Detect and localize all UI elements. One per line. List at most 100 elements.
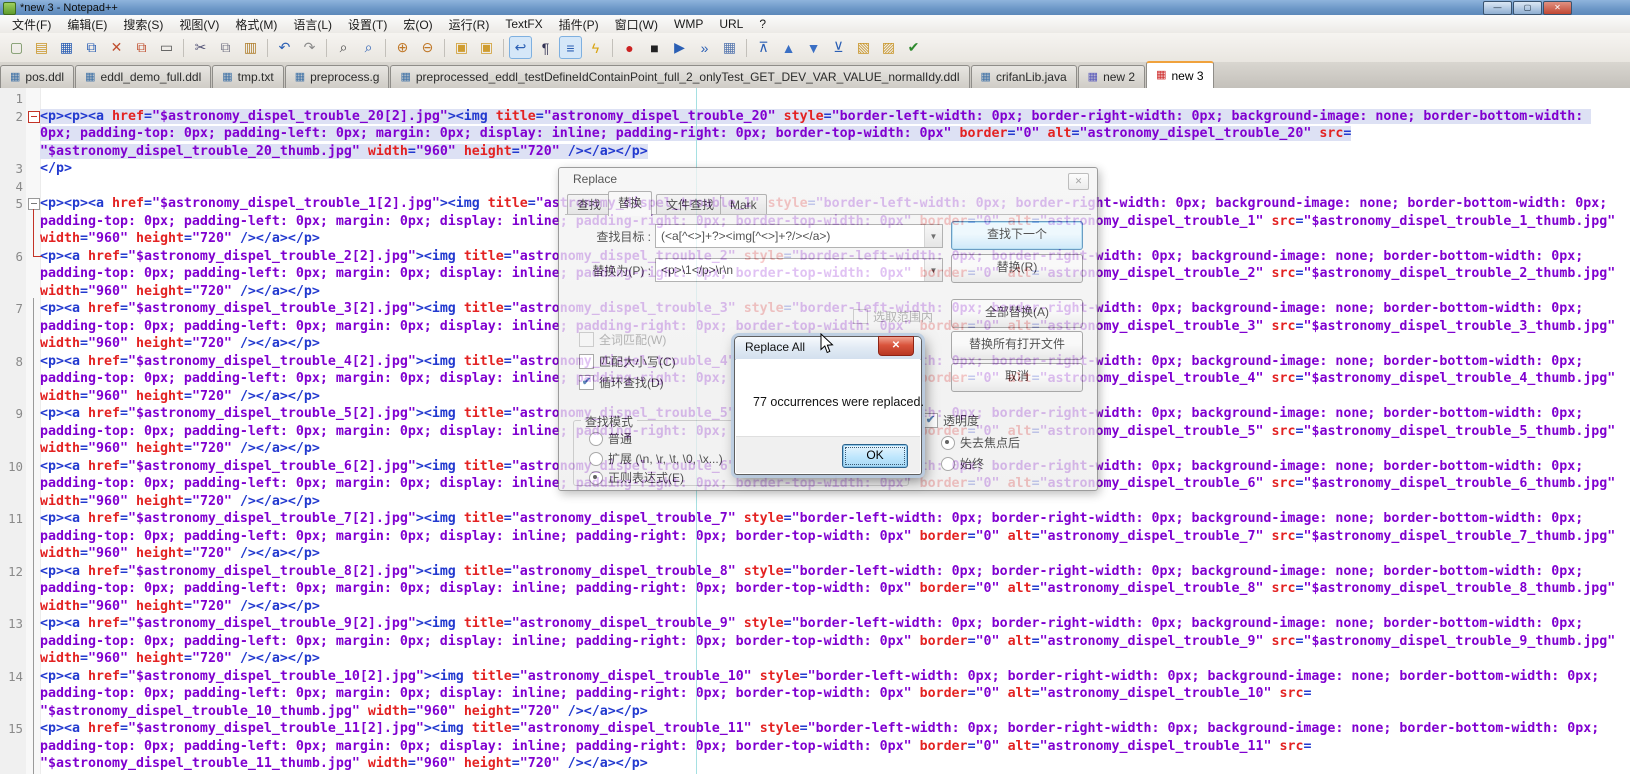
mode-normal-radio[interactable]: 普通 — [589, 430, 632, 447]
chevron-down-icon[interactable]: ▼ — [924, 225, 942, 247]
in-selection-checkbox[interactable]: 选取范围内 — [853, 308, 933, 325]
checkbox-icon[interactable] — [579, 332, 594, 347]
menu-item-help[interactable]: ? — [751, 16, 774, 32]
jump-up-icon[interactable]: ▲ — [777, 36, 800, 59]
edit-shortcuts-icon[interactable]: ▨ — [877, 36, 900, 59]
replace-with-value[interactable]: <p>\1</p>\r\n — [656, 263, 924, 277]
radio-selected-icon[interactable] — [589, 470, 603, 485]
spell-check-icon[interactable]: ✔ — [902, 36, 925, 59]
open-folder-icon[interactable]: ▤ — [30, 36, 53, 59]
print-icon[interactable]: ▭ — [155, 36, 178, 59]
radio-icon[interactable] — [589, 451, 603, 466]
menu-item-settings[interactable]: 设置(T) — [340, 15, 395, 34]
tab-replace[interactable]: 替换 — [608, 191, 653, 216]
find-what-value[interactable]: (<a[^<>]+?><img[^<>]+?/></a>) — [656, 229, 924, 243]
replace-with-combo[interactable]: <p>\1</p>\r\n ▼ — [655, 258, 943, 282]
radio-selected-icon[interactable] — [941, 435, 955, 450]
code-text[interactable]: <p><p><a href="$astronomy_dispel_trouble… — [40, 108, 1620, 161]
tab-crifanlib-java[interactable]: ▦ crifanLib.java — [970, 65, 1077, 88]
macro-run-multiple-icon[interactable]: » — [693, 36, 716, 59]
redo-icon[interactable]: ↷ — [298, 36, 321, 59]
menu-item-file[interactable]: 文件(F) — [4, 15, 59, 34]
load-session-icon[interactable]: ▧ — [852, 36, 875, 59]
replace-all-button[interactable]: 全部替换(A) — [951, 299, 1083, 328]
ok-button[interactable]: OK — [842, 444, 908, 468]
fold-collapse-icon[interactable] — [28, 198, 40, 210]
jump-down-icon[interactable]: ▼ — [802, 36, 825, 59]
replace-dialog-close-icon[interactable]: ✕ — [1068, 173, 1089, 190]
radio-icon[interactable] — [941, 456, 955, 471]
macro-play-icon[interactable]: ▶ — [668, 36, 691, 59]
code-line[interactable]: 14 <p><a href="$astronomy_dispel_trouble_… — [0, 668, 1630, 721]
code-text[interactable]: <p><a href="$astronomy_dispel_trouble_7[… — [40, 510, 1620, 563]
zoom-in-icon[interactable]: ⊕ — [391, 36, 414, 59]
paste-icon[interactable]: ▥ — [239, 36, 262, 59]
sync-vertical-icon[interactable]: ▣ — [450, 36, 473, 59]
code-text[interactable] — [40, 90, 1620, 108]
mode-extended-radio[interactable]: 扩展 (\n, \r, \t, \0, \x...) — [589, 450, 723, 467]
tab-pos-ddl[interactable]: ▦ pos.ddl — [0, 65, 75, 88]
undo-icon[interactable]: ↶ — [273, 36, 296, 59]
code-text[interactable]: <p><a href="$astronomy_dispel_trouble_10… — [40, 668, 1620, 721]
code-text[interactable]: <p><a href="$astronomy_dispel_trouble_8[… — [40, 563, 1620, 616]
menu-item-window[interactable]: 窗口(W) — [607, 15, 666, 34]
transparency-checkbox[interactable]: ✔ 透明度 — [923, 412, 979, 429]
match-case-checkbox[interactable]: 匹配大小写(C) — [579, 353, 676, 370]
code-text[interactable]: <p><a href="$astronomy_dispel_trouble_9[… — [40, 615, 1620, 668]
whole-word-checkbox[interactable]: 全词匹配(W) — [579, 331, 666, 348]
close-all-icon[interactable]: ⧉ — [130, 36, 153, 59]
find-next-button[interactable]: 查找下一个 — [951, 221, 1083, 250]
replace-all-open-docs-button[interactable]: 替换所有打开文件 — [951, 331, 1083, 360]
wrap-around-checkbox[interactable]: ✔ 循环查找(D) — [579, 374, 664, 391]
code-line[interactable]: 11 <p><a href="$astronomy_dispel_trouble_… — [0, 510, 1630, 563]
code-text[interactable]: <p><a href="$astronomy_dispel_trouble_11… — [40, 720, 1620, 773]
tab-preprocessed-eddl-testdefineidcontainpoint-full-2-onlytest-get-dev-var-value-normalidy-ddl[interactable]: ▦ preprocessed_eddl_testDefineIdContainPo… — [390, 65, 970, 88]
menu-item-textfx[interactable]: TextFX — [497, 16, 550, 32]
tab-preprocess-g[interactable]: ▦ preprocess.g — [284, 65, 390, 88]
title-bar[interactable]: *new 3 - Notepad++ — ▢ ✕ — [0, 0, 1630, 15]
find-what-combo[interactable]: (<a[^<>]+?><img[^<>]+?/></a>) ▼ — [655, 224, 943, 248]
menu-item-run[interactable]: 运行(R) — [441, 15, 498, 34]
checkbox-icon[interactable] — [579, 354, 594, 369]
jump-last-icon[interactable]: ⊻ — [827, 36, 850, 59]
word-wrap-icon[interactable]: ↩ — [509, 36, 532, 59]
menu-item-edit[interactable]: 编辑(E) — [59, 15, 115, 34]
function-completion-icon[interactable]: ϟ — [584, 36, 607, 59]
cut-icon[interactable]: ✂ — [189, 36, 212, 59]
replace-button[interactable]: 替换(R) — [951, 254, 1083, 283]
jump-first-icon[interactable]: ⊼ — [752, 36, 775, 59]
checkbox-checked-icon[interactable]: ✔ — [923, 413, 938, 428]
indent-guide-icon[interactable]: ≡ — [559, 36, 582, 59]
macro-stop-icon[interactable]: ■ — [643, 36, 666, 59]
menu-item-search[interactable]: 搜索(S) — [115, 15, 171, 34]
find-replace-icon[interactable]: ⌕ — [357, 36, 380, 59]
close-icon[interactable]: ✕ — [105, 36, 128, 59]
fold-collapse-icon[interactable] — [28, 110, 40, 123]
tab-new-3[interactable]: ▦ new 3 — [1146, 61, 1214, 88]
checkbox-checked-icon[interactable]: ✔ — [579, 375, 594, 390]
mode-regex-radio[interactable]: 正则表达式(E) — [589, 469, 684, 486]
close-icon[interactable]: ✕ — [878, 336, 914, 356]
tab-find[interactable]: 查找 — [567, 194, 612, 215]
menu-item-format[interactable]: 格式(M) — [227, 15, 285, 34]
show-all-chars-icon[interactable]: ¶ — [534, 36, 557, 59]
menu-item-plugins[interactable]: 插件(P) — [551, 15, 607, 34]
menu-item-language[interactable]: 语言(L) — [285, 15, 340, 34]
code-line[interactable]: 13 <p><a href="$astronomy_dispel_trouble_… — [0, 615, 1630, 668]
menu-item-macro[interactable]: 宏(O) — [395, 15, 440, 34]
transparency-on-lose-focus-radio[interactable]: 失去焦点后 — [941, 434, 1020, 451]
checkbox-icon[interactable] — [853, 309, 868, 324]
tab-find-in-files[interactable]: 文件查找 — [656, 194, 725, 215]
menu-item-url[interactable]: URL — [711, 16, 751, 32]
minimize-button[interactable]: — — [1483, 1, 1512, 15]
tab-mark[interactable]: Mark — [720, 194, 767, 215]
close-button[interactable]: ✕ — [1543, 1, 1572, 15]
menu-item-wmp[interactable]: WMP — [666, 16, 711, 32]
new-file-icon[interactable]: ▢ — [5, 36, 28, 59]
find-icon[interactable]: ⌕ — [332, 36, 355, 59]
zoom-out-icon[interactable]: ⊖ — [416, 36, 439, 59]
radio-icon[interactable] — [589, 431, 603, 446]
macro-record-icon[interactable]: ● — [618, 36, 641, 59]
chevron-down-icon[interactable]: ▼ — [924, 259, 942, 281]
maximize-button[interactable]: ▢ — [1513, 1, 1542, 15]
